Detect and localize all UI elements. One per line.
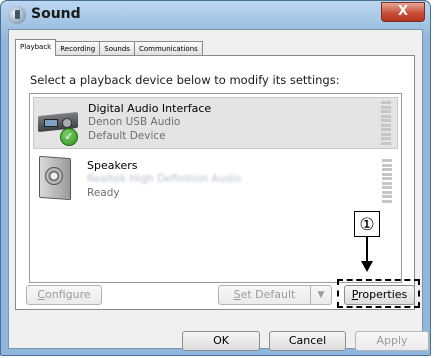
volume-level-meter [381,101,391,145]
callout-arrow [366,237,368,263]
arrow-down-icon [361,261,373,272]
tab-playback[interactable]: Playback [15,39,57,56]
set-default-button[interactable]: Set Default [218,285,311,305]
device-status: Default Device [88,130,166,142]
window-title: Sound [31,6,81,22]
device-driver: Denon USB Audio [88,116,181,128]
device-list[interactable]: ✓ Digital Audio Interface Denon USB Audi… [29,93,402,283]
speaker-icon [39,155,75,201]
device-item-digital-audio-interface[interactable]: ✓ Digital Audio Interface Denon USB Audi… [33,97,398,149]
properties-button[interactable]: Properties [344,285,415,305]
device-status: Ready [87,187,120,199]
tab-communications[interactable]: Communications [133,41,203,56]
chevron-down-icon[interactable]: ▼ [310,285,332,305]
tab-strip: Playback Recording Sounds Communications [15,39,203,56]
ok-button[interactable]: OK [182,331,260,351]
step-number-callout: ① [354,211,380,237]
title-bar[interactable]: Sound X [1,1,430,29]
tab-recording[interactable]: Recording [55,41,101,56]
cancel-button[interactable]: Cancel [269,331,346,351]
device-name: Speakers [87,159,138,172]
check-icon: ✓ [60,128,78,146]
volume-level-meter [382,159,392,203]
audio-interface-icon: ✓ [38,104,80,146]
playback-panel: Select a playback device below to modify… [15,55,415,310]
speaker-app-icon [8,6,26,24]
tab-sounds[interactable]: Sounds [99,41,135,56]
apply-button[interactable]: Apply [355,331,429,351]
sound-dialog: Sound X Playback Recording Sounds Commun… [0,0,431,356]
device-name: Digital Audio Interface [88,102,212,115]
device-driver: Realtek High Definition Audio [87,173,242,185]
close-button[interactable]: X [381,2,425,22]
configure-button[interactable]: Configure [26,285,102,305]
device-item-speakers[interactable]: Speakers Realtek High Definition Audio R… [33,155,398,207]
instruction-text: Select a playback device below to modify… [30,73,340,87]
